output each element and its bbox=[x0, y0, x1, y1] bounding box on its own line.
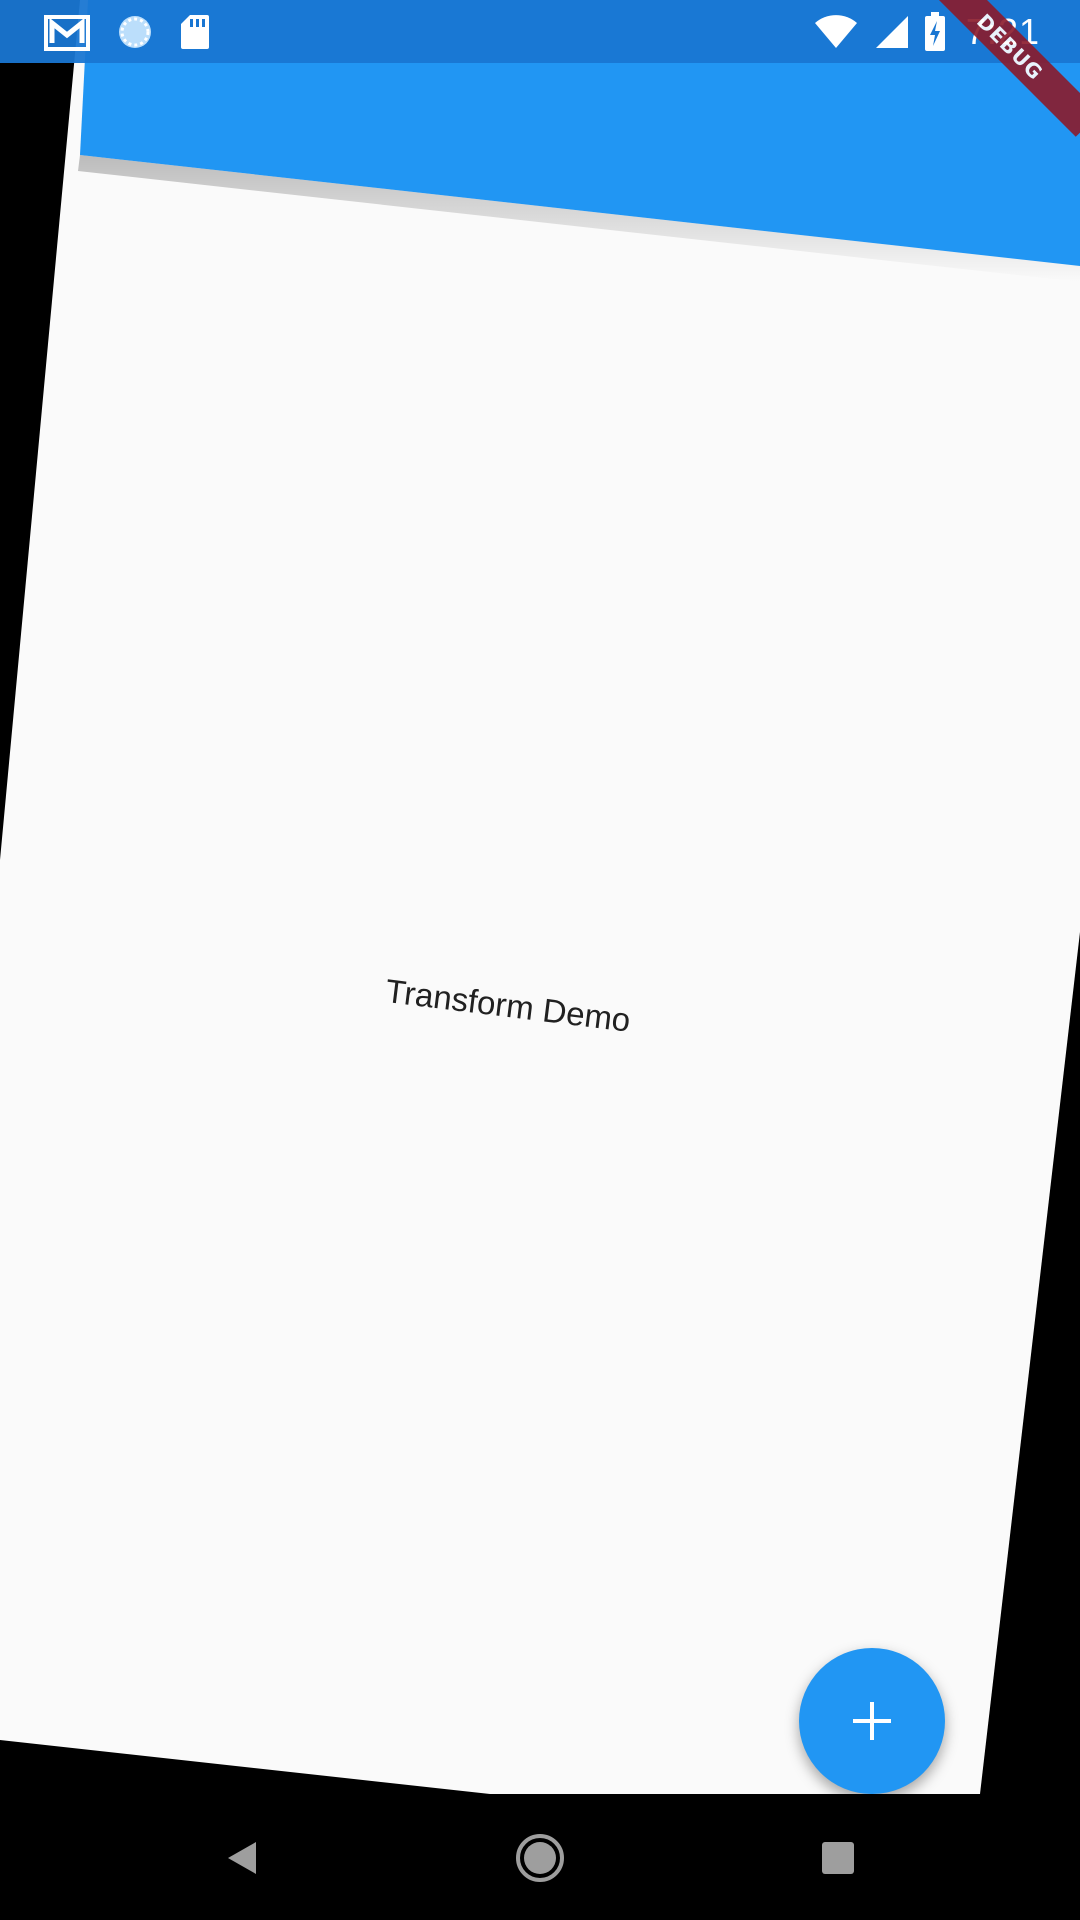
status-bar: 7:21 bbox=[0, 0, 1080, 63]
status-left-icons bbox=[44, 12, 210, 52]
add-fab-button[interactable] bbox=[799, 1648, 945, 1794]
app-surface bbox=[0, 0, 1080, 1794]
plus-icon bbox=[853, 1702, 891, 1740]
battery-charging-icon bbox=[924, 12, 945, 51]
home-button[interactable] bbox=[508, 1826, 572, 1890]
signal-icon bbox=[875, 16, 908, 48]
gmail-icon bbox=[44, 15, 90, 51]
back-icon bbox=[228, 1842, 256, 1874]
recents-button[interactable] bbox=[806, 1826, 870, 1890]
sd-card-icon bbox=[181, 15, 209, 49]
sync-icon bbox=[119, 16, 151, 48]
wifi-icon bbox=[814, 15, 857, 48]
screen: 7:21 DEBUG Transform Demo bbox=[0, 0, 1080, 1920]
recents-icon bbox=[822, 1842, 854, 1874]
navigation-bar bbox=[0, 1794, 1080, 1920]
home-icon bbox=[516, 1834, 564, 1882]
back-button[interactable] bbox=[210, 1826, 274, 1890]
app-body bbox=[0, 0, 1080, 1794]
